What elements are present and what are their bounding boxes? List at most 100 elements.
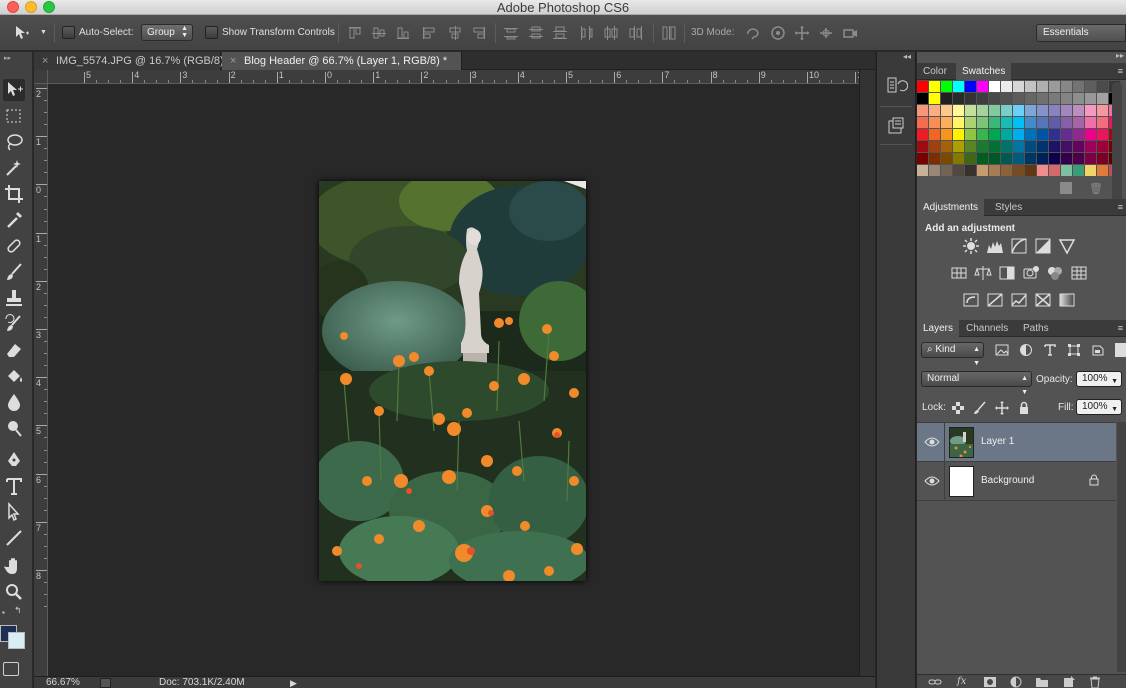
color-swatch[interactable] xyxy=(1049,141,1060,152)
canvas-vertical-scrollbar[interactable] xyxy=(859,70,875,676)
color-swatch[interactable] xyxy=(965,165,976,176)
color-swatch[interactable] xyxy=(917,117,928,128)
properties-panel-icon[interactable] xyxy=(884,114,908,138)
color-swatch[interactable] xyxy=(965,153,976,164)
3d-slide-icon[interactable] xyxy=(818,25,834,41)
color-swatch[interactable] xyxy=(1037,141,1048,152)
pen-tool-icon[interactable] xyxy=(3,449,25,471)
color-swatch[interactable] xyxy=(1073,93,1084,104)
tab-blog-header[interactable]: × Blog Header @ 66.7% (Layer 1, RGB/8) * xyxy=(222,52,462,70)
color-swatch[interactable] xyxy=(1061,165,1072,176)
filter-shape-layers-icon[interactable] xyxy=(1067,343,1081,357)
color-swatch[interactable] xyxy=(1001,153,1012,164)
tab-adjustments[interactable]: Adjustments xyxy=(917,199,985,216)
tool-preset-dropdown-arrow[interactable]: ▼ xyxy=(40,29,47,36)
color-swatch[interactable] xyxy=(917,153,928,164)
color-swatch[interactable] xyxy=(1001,141,1012,152)
color-swatch[interactable] xyxy=(1049,93,1060,104)
posterize-icon[interactable] xyxy=(986,291,1004,309)
color-swatch[interactable] xyxy=(1097,129,1108,140)
close-tab-icon[interactable]: × xyxy=(230,52,236,70)
color-swatch[interactable] xyxy=(1085,81,1096,92)
color-swatch[interactable] xyxy=(1049,117,1060,128)
color-swatch[interactable] xyxy=(1097,141,1108,152)
fill-input[interactable]: 100% ▼ xyxy=(1076,399,1122,415)
layer-style-fx-icon[interactable]: fx xyxy=(957,676,971,688)
color-swatch[interactable] xyxy=(1085,105,1096,116)
color-swatch[interactable] xyxy=(1037,165,1048,176)
selective-color-icon[interactable] xyxy=(1034,291,1052,309)
color-swatch[interactable] xyxy=(929,165,940,176)
color-swatch[interactable] xyxy=(1001,93,1012,104)
history-panel-icon[interactable] xyxy=(884,74,908,98)
color-swatch[interactable] xyxy=(1073,129,1084,140)
type-tool-icon[interactable] xyxy=(3,475,25,497)
path-selection-tool-icon[interactable] xyxy=(3,501,25,523)
color-swatch[interactable] xyxy=(1037,153,1048,164)
opacity-input[interactable]: 100% ▼ xyxy=(1076,371,1122,387)
color-swatch[interactable] xyxy=(1085,93,1096,104)
color-swatch[interactable] xyxy=(965,129,976,140)
color-swatch[interactable] xyxy=(1013,81,1024,92)
close-tab-icon[interactable]: × xyxy=(42,52,48,70)
new-swatch-icon[interactable] xyxy=(1060,182,1072,194)
color-swatch[interactable] xyxy=(1097,153,1108,164)
collapse-arrows-icon[interactable]: ▸▸ xyxy=(4,54,11,62)
delete-layer-icon[interactable] xyxy=(1088,676,1102,688)
color-swatch[interactable] xyxy=(1001,117,1012,128)
color-swatch[interactable] xyxy=(1073,105,1084,116)
color-swatch[interactable] xyxy=(1013,117,1024,128)
tab-layers[interactable]: Layers xyxy=(917,320,960,337)
color-swatch[interactable] xyxy=(929,105,940,116)
new-adjustment-layer-icon[interactable] xyxy=(1009,676,1023,688)
color-swatch[interactable] xyxy=(941,105,952,116)
eraser-tool-icon[interactable] xyxy=(3,339,25,361)
color-swatch[interactable] xyxy=(977,165,988,176)
auto-align-layers-icon[interactable] xyxy=(661,25,677,41)
color-swatch[interactable] xyxy=(941,129,952,140)
swap-colors-icon[interactable]: ↰ xyxy=(14,605,22,616)
color-swatch[interactable] xyxy=(989,129,1000,140)
color-swatch[interactable] xyxy=(1025,93,1036,104)
color-swatch[interactable] xyxy=(977,81,988,92)
filter-toggle-switch[interactable] xyxy=(1115,343,1126,357)
panel-menu-icon[interactable]: ≡ xyxy=(1118,66,1123,76)
layer-row-background[interactable]: Background xyxy=(917,462,1116,501)
layer-name[interactable]: Layer 1 xyxy=(981,436,1014,447)
color-swatch[interactable] xyxy=(953,117,964,128)
color-swatch[interactable] xyxy=(917,93,928,104)
color-swatch[interactable] xyxy=(1085,153,1096,164)
distribute-left-icon[interactable] xyxy=(578,25,594,41)
blur-tool-icon[interactable] xyxy=(3,391,25,413)
new-layer-icon[interactable] xyxy=(1062,676,1076,688)
eyedropper-tool-icon[interactable] xyxy=(3,209,25,231)
color-swatch[interactable] xyxy=(1073,165,1084,176)
color-swatch[interactable] xyxy=(953,165,964,176)
zoom-tool-icon[interactable] xyxy=(3,581,25,603)
chevron-down-icon[interactable]: ▼ xyxy=(1111,375,1118,389)
add-layer-mask-icon[interactable] xyxy=(983,676,997,688)
zoom-level-field[interactable]: 66.67% xyxy=(46,677,80,688)
brightness-contrast-icon[interactable] xyxy=(962,237,980,255)
align-right-edges-icon[interactable] xyxy=(471,25,487,41)
color-swatch[interactable] xyxy=(1085,117,1096,128)
color-swatch[interactable] xyxy=(1073,81,1084,92)
crop-tool-icon[interactable] xyxy=(3,183,25,205)
filter-pixel-layers-icon[interactable] xyxy=(995,343,1009,357)
color-swatch[interactable] xyxy=(1001,81,1012,92)
link-layers-icon[interactable] xyxy=(928,676,942,688)
distribute-right-icon[interactable] xyxy=(628,25,644,41)
color-swatch[interactable] xyxy=(1037,105,1048,116)
color-swatch[interactable] xyxy=(1085,141,1096,152)
color-swatch[interactable] xyxy=(953,153,964,164)
hue-saturation-icon[interactable] xyxy=(950,264,968,282)
filter-smart-objects-icon[interactable] xyxy=(1091,343,1105,357)
color-swatch[interactable] xyxy=(1073,117,1084,128)
background-color-swatch[interactable] xyxy=(8,632,25,649)
color-swatch[interactable] xyxy=(965,81,976,92)
color-swatch[interactable] xyxy=(1085,129,1096,140)
color-swatch[interactable] xyxy=(989,141,1000,152)
color-swatch[interactable] xyxy=(977,105,988,116)
color-swatch[interactable] xyxy=(1025,117,1036,128)
color-swatch[interactable] xyxy=(977,117,988,128)
